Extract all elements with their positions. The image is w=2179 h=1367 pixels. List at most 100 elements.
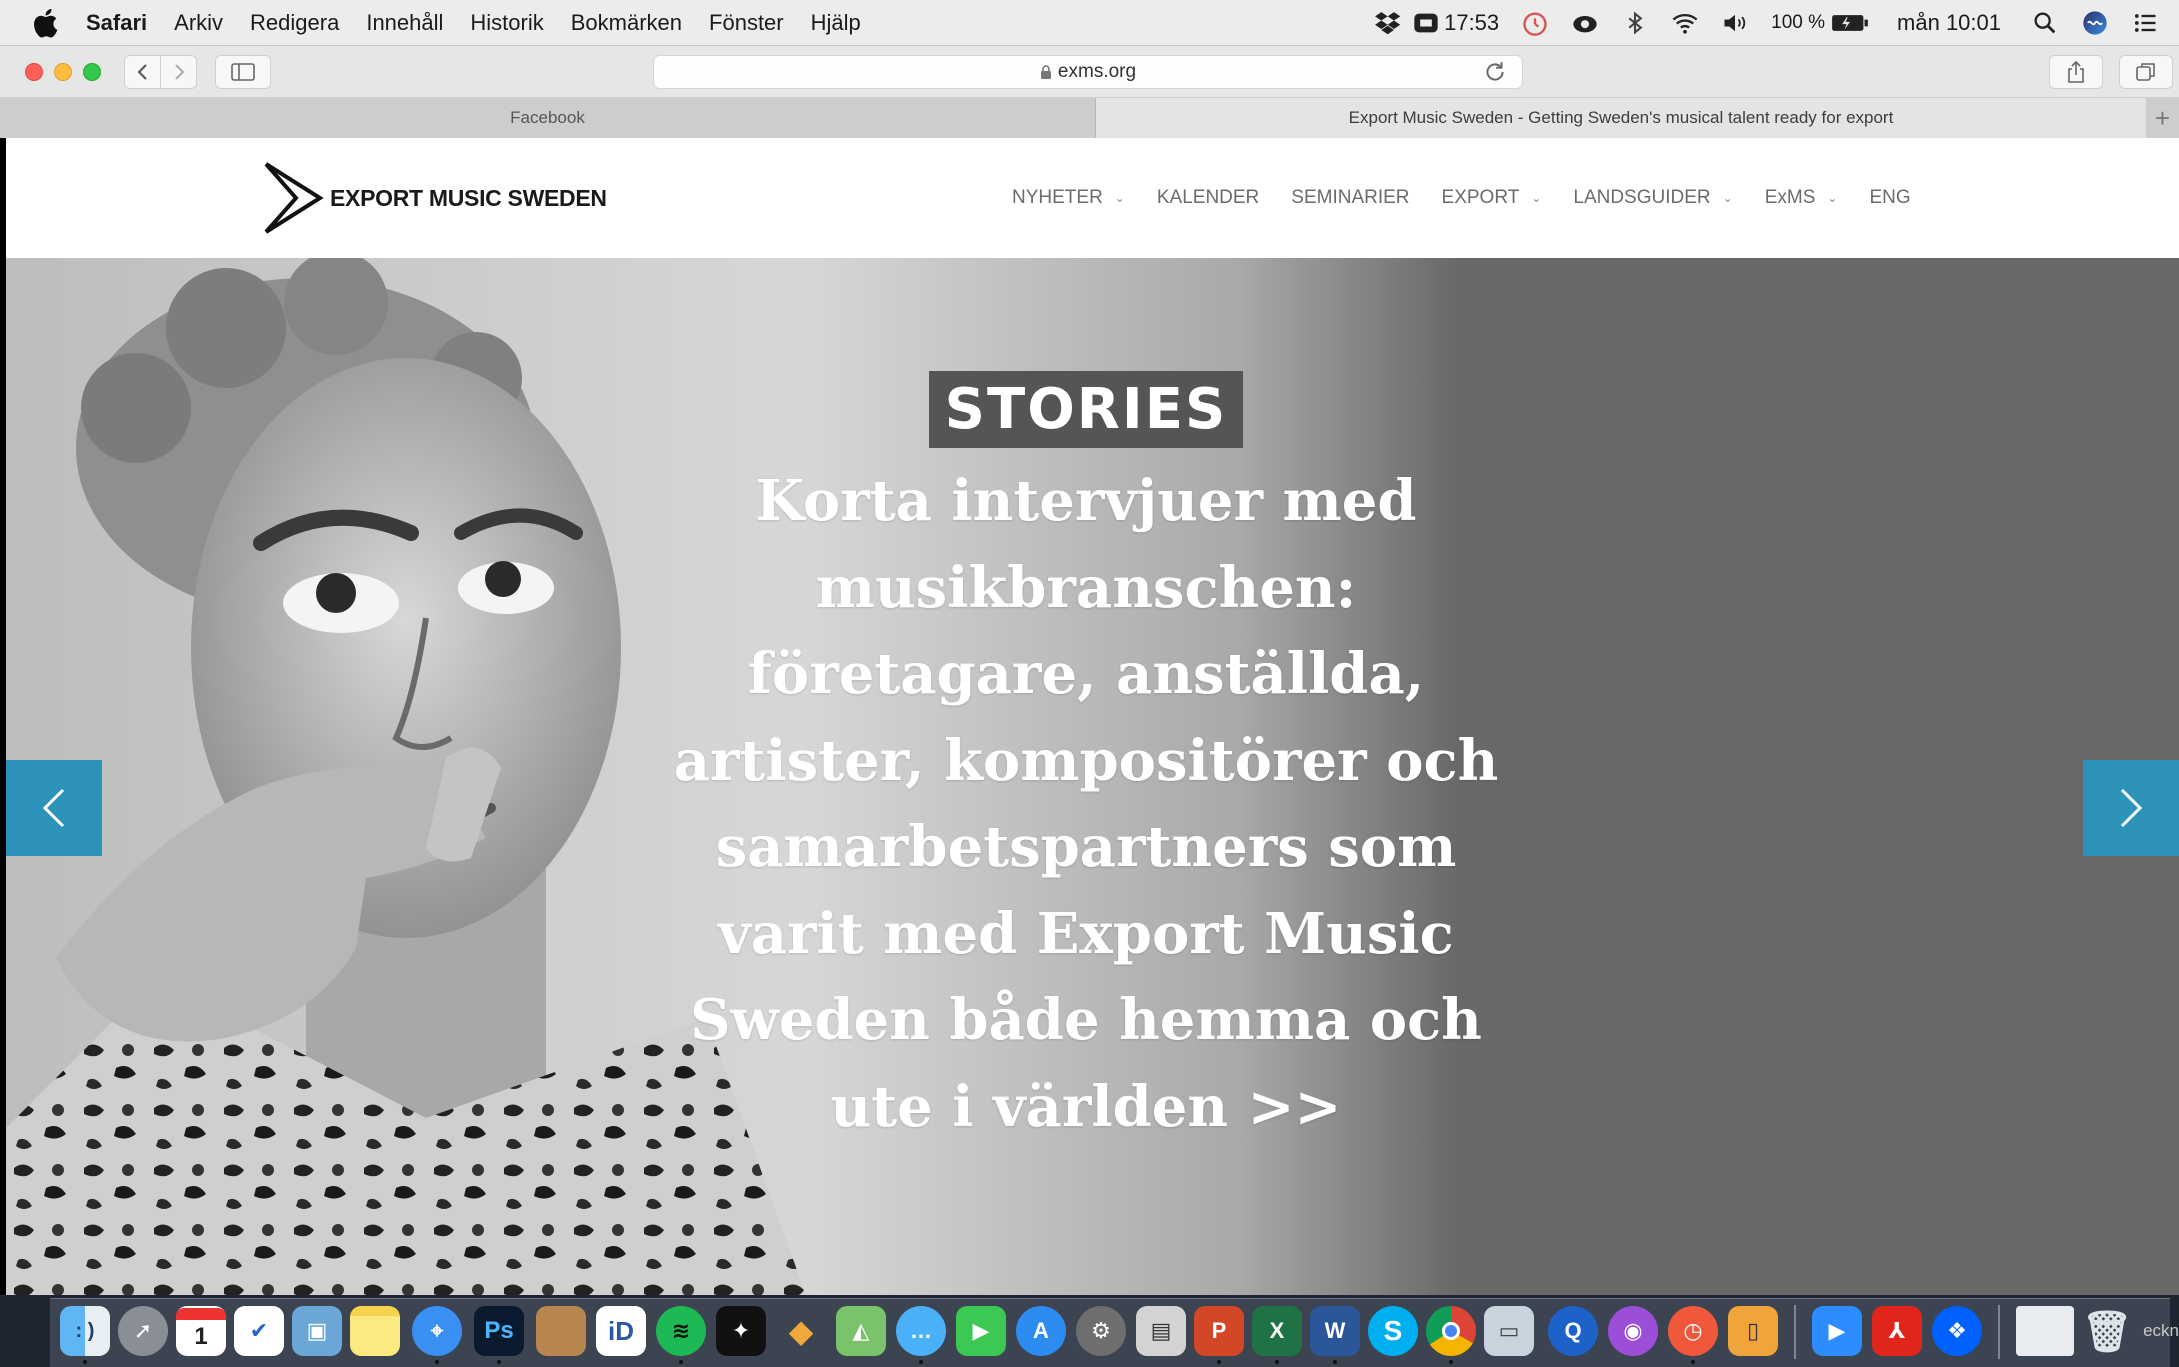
sidebar-button[interactable] — [215, 55, 271, 89]
running-indicator — [1691, 1360, 1695, 1364]
tab-facebook[interactable]: Facebook — [0, 98, 1096, 138]
logo-text: EXPORT MUSIC SWEDEN — [330, 184, 607, 211]
dropbox-app-icon[interactable]: ❖ — [1932, 1306, 1982, 1356]
reminders-icon[interactable]: ✔ — [234, 1306, 284, 1356]
volume-icon[interactable] — [1721, 9, 1749, 37]
nav-nyheter[interactable]: NYHETER ⌄ — [1012, 187, 1125, 209]
share-icon — [2068, 60, 2084, 83]
nav-export[interactable]: EXPORT ⌄ — [1442, 187, 1542, 209]
nav-eng[interactable]: ENG — [1869, 187, 1910, 209]
launchpad-icon[interactable]: ➚ — [118, 1306, 168, 1356]
address-bar[interactable]: exms.org — [653, 55, 1523, 89]
podcasts-icon[interactable]: ◉ — [1608, 1306, 1658, 1356]
facetime-icon[interactable]: ▶ — [956, 1306, 1006, 1356]
tab-exms[interactable]: Export Music Sweden - Getting Sweden's m… — [1096, 98, 2146, 138]
menu-redigera[interactable]: Redigera — [250, 10, 339, 36]
siri-icon[interactable] — [2081, 9, 2109, 37]
web-page: EXPORT MUSIC SWEDEN NYHETER ⌄ KALENDER SE… — [6, 138, 2179, 1295]
dock-cut-label: eckn — [2143, 1321, 2179, 1340]
dropbox-icon[interactable] — [1374, 9, 1402, 37]
menu-hjalp[interactable]: Hjälp — [811, 10, 861, 36]
menu-app-safari[interactable]: Safari — [86, 10, 147, 36]
quicktime-icon[interactable]: Q — [1548, 1306, 1598, 1356]
zoom-window-button[interactable] — [83, 63, 101, 81]
hero-headline[interactable]: Korta intervjuer med musikbranschen: för… — [656, 458, 1516, 1150]
maps-icon[interactable]: ◭ — [836, 1306, 886, 1356]
plus-icon: + — [2154, 102, 2171, 133]
site-logo[interactable]: EXPORT MUSIC SWEDEN — [260, 160, 607, 236]
dock-separator — [1998, 1305, 2000, 1359]
contacts-icon[interactable] — [536, 1306, 586, 1356]
creative-cloud-icon[interactable] — [1571, 9, 1599, 37]
new-tab-button[interactable]: + — [2146, 98, 2179, 138]
reload-icon[interactable] — [1482, 59, 1508, 85]
spotify-icon[interactable]: ≋ — [656, 1306, 706, 1356]
acrobat-icon[interactable]: ⅄ — [1872, 1306, 1922, 1356]
lock-icon — [1040, 64, 1051, 79]
minimize-window-button[interactable] — [54, 63, 72, 81]
wifi-icon[interactable] — [1671, 9, 1699, 37]
app-store-icon[interactable]: A — [1016, 1306, 1066, 1356]
preview-icon[interactable]: ▣ — [292, 1306, 342, 1356]
tidal-icon[interactable]: ✦ — [716, 1306, 766, 1356]
running-indicator — [435, 1360, 439, 1364]
calendar-icon[interactable]: 1 — [176, 1306, 226, 1356]
tabs-overview-button[interactable] — [2119, 55, 2173, 89]
running-indicator — [1333, 1360, 1337, 1364]
nav-kalender[interactable]: KALENDER — [1157, 187, 1259, 209]
menu-bokmarken[interactable]: Bokmärken — [571, 10, 682, 36]
excel-icon[interactable]: X — [1252, 1306, 1302, 1356]
apple-icon[interactable] — [30, 6, 64, 40]
spotlight-icon[interactable] — [2031, 9, 2059, 37]
close-window-button[interactable] — [25, 63, 43, 81]
timer-icon[interactable] — [1521, 9, 1549, 37]
photoshop-icon[interactable]: Ps — [474, 1306, 524, 1356]
share-button[interactable] — [2049, 55, 2103, 89]
zoom-icon[interactable]: ▶ — [1812, 1306, 1862, 1356]
battery-icon[interactable] — [1831, 9, 1869, 37]
trash-icon[interactable]: 🗑 — [2082, 1306, 2133, 1356]
downloads-icon[interactable] — [2016, 1306, 2074, 1356]
chrome-icon[interactable] — [1426, 1306, 1476, 1356]
main-nav: NYHETER ⌄ KALENDER SEMINARIER EXPORT ⌄ LAN… — [1012, 138, 1943, 258]
word-icon[interactable]: W — [1310, 1306, 1360, 1356]
nav-seminarier[interactable]: SEMINARIER — [1291, 187, 1409, 209]
safari-icon[interactable]: ⌖ — [412, 1306, 462, 1356]
powerpoint-icon[interactable]: P — [1194, 1306, 1244, 1356]
system-preferences-icon[interactable]: ⚙ — [1076, 1306, 1126, 1356]
keynote-icon[interactable]: ▤ — [1136, 1306, 1186, 1356]
timing-icon[interactable]: ◷ — [1668, 1306, 1718, 1356]
back-button[interactable] — [124, 55, 161, 89]
time-remaining: 17:53 — [1444, 10, 1500, 35]
nav-label: ENG — [1869, 187, 1911, 208]
slider-prev-button[interactable] — [6, 760, 102, 856]
screen-icon[interactable] — [1412, 9, 1440, 37]
bluetooth-icon[interactable] — [1621, 9, 1649, 37]
nav-label: LANDSGUIDER — [1573, 187, 1711, 208]
menu-fonster[interactable]: Fönster — [709, 10, 784, 36]
skype-icon[interactable]: S — [1368, 1306, 1418, 1356]
menu-innehall[interactable]: Innehåll — [366, 10, 443, 36]
nav-label: EXPORT — [1441, 187, 1520, 208]
messages-icon[interactable]: … — [896, 1306, 946, 1356]
running-indicator — [1217, 1360, 1221, 1364]
menu-arkiv[interactable]: Arkiv — [174, 10, 223, 36]
menu-historik[interactable]: Historik — [470, 10, 543, 36]
nav-landsguider[interactable]: LANDSGUIDER ⌄ — [1573, 187, 1732, 209]
image-capture-icon[interactable]: ▭ — [1484, 1306, 1534, 1356]
notes-icon[interactable] — [350, 1306, 400, 1356]
calendar-day: 1 — [194, 1323, 208, 1350]
notification-center-icon[interactable] — [2131, 9, 2159, 37]
notebook-icon[interactable]: ▯ — [1728, 1306, 1778, 1356]
sketch-icon[interactable]: ◆ — [776, 1306, 826, 1356]
hero-slider[interactable]: STORIES Korta intervjuer med musikbransc… — [6, 258, 2179, 1295]
hero-content[interactable]: STORIES Korta intervjuer med musikbransc… — [656, 371, 1516, 1150]
finder-icon[interactable]: : ) — [60, 1306, 110, 1356]
running-indicator — [497, 1360, 501, 1364]
menu-clock[interactable]: mån 10:01 — [1897, 10, 2001, 36]
bankid-icon[interactable]: iD — [596, 1306, 646, 1356]
tab-title: Export Music Sweden - Getting Sweden's m… — [1348, 108, 1894, 127]
slider-next-button[interactable] — [2083, 760, 2179, 856]
nav-exms[interactable]: ExMS ⌄ — [1765, 187, 1838, 209]
forward-button[interactable] — [160, 55, 197, 89]
